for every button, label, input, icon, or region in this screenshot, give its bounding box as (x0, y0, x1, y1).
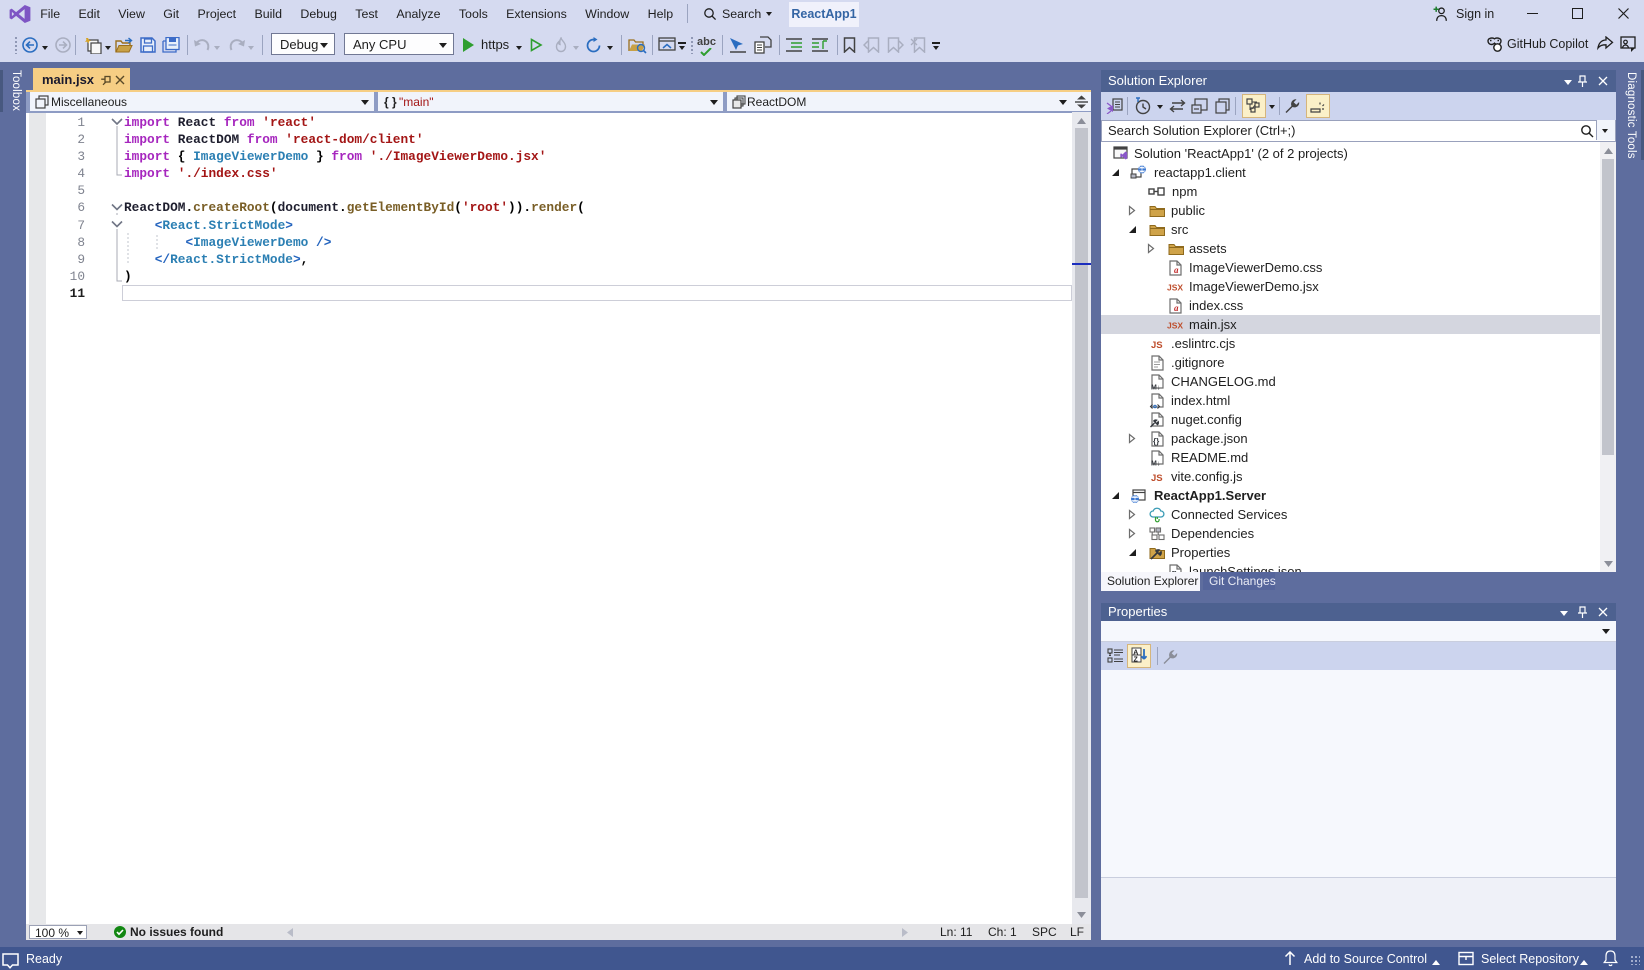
svg-text:M↓: M↓ (1151, 461, 1160, 467)
svg-text:a: a (1174, 265, 1179, 275)
svg-text:JSX: JSX (1167, 283, 1183, 293)
svg-text:M↓: M↓ (1151, 385, 1160, 391)
svg-text:{}: {} (1153, 437, 1159, 446)
svg-text:a: a (1174, 303, 1179, 313)
svg-text:Z: Z (1134, 657, 1139, 664)
svg-text:JSX: JSX (1167, 321, 1183, 331)
svg-text:JS: JS (1151, 473, 1163, 484)
svg-text:JS: JS (1151, 340, 1163, 351)
